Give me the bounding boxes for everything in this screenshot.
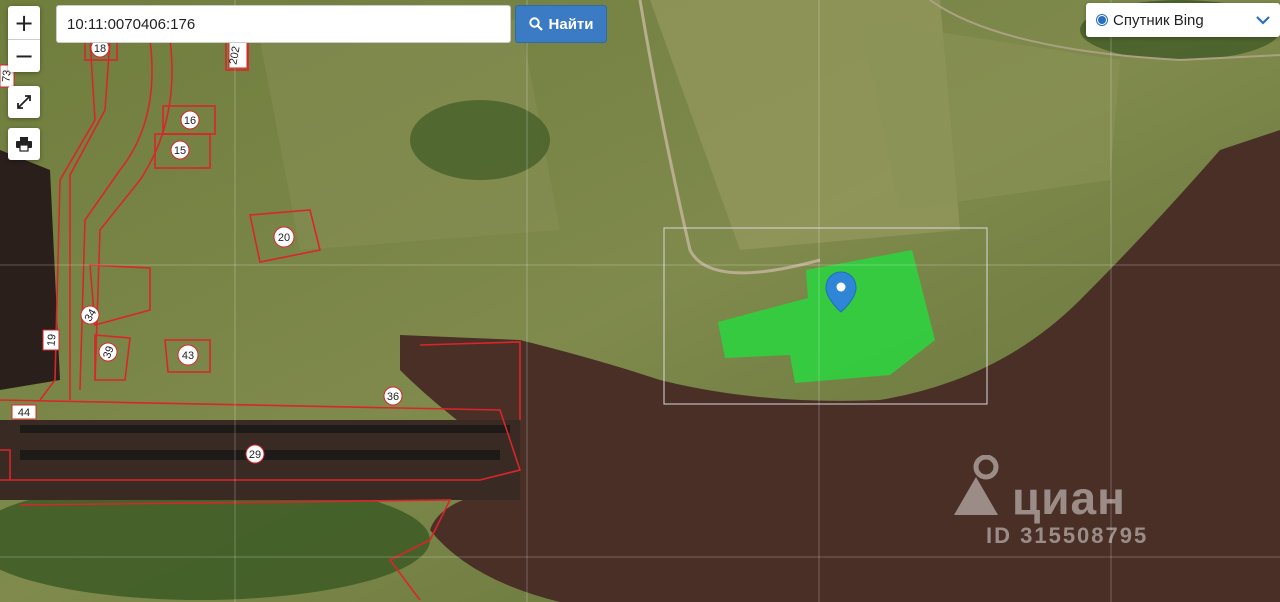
print-button[interactable] <box>8 128 40 160</box>
parcel-label-34: 34 <box>80 305 100 325</box>
svg-text:19: 19 <box>45 333 58 346</box>
zoom-out-button[interactable]: − <box>8 39 40 72</box>
parcel-label-29: 29 <box>245 444 265 464</box>
basemap-layer-select[interactable]: Спутник Bing <box>1086 3 1280 37</box>
svg-text:44: 44 <box>18 407 30 419</box>
svg-text:29: 29 <box>249 449 261 461</box>
satellite-imagery: 18 202 73 16 15 20 34 39 43 19 44 36 29 <box>0 0 1280 602</box>
parcel-label-43: 43 <box>177 344 199 366</box>
svg-text:18: 18 <box>94 43 106 55</box>
chevron-down-icon <box>1256 16 1270 25</box>
search-button-label: Найти <box>548 15 594 33</box>
zoom-control: + − <box>8 6 40 72</box>
cadastral-search-input[interactable] <box>56 5 511 43</box>
svg-text:20: 20 <box>278 232 290 244</box>
parcel-label-16: 16 <box>180 110 200 130</box>
parcel-label-202: 202 <box>228 41 248 69</box>
expand-icon <box>17 95 31 109</box>
zoom-in-button[interactable]: + <box>8 6 40 39</box>
parcel-label-44: 44 <box>11 404 37 420</box>
fullscreen-button[interactable] <box>8 86 40 118</box>
parcel-label-15: 15 <box>170 140 190 160</box>
parcel-label-20: 20 <box>273 226 295 248</box>
svg-text:15: 15 <box>174 145 186 157</box>
printer-icon <box>16 137 32 152</box>
parcel-label-36: 36 <box>383 386 403 406</box>
map-view[interactable]: 18 202 73 16 15 20 34 39 43 19 44 36 29 … <box>0 0 1280 602</box>
svg-text:16: 16 <box>184 115 196 127</box>
parcel-label-19: 19 <box>42 329 60 351</box>
radio-selected-icon <box>1096 14 1108 26</box>
parcel-label-39: 39 <box>98 342 118 362</box>
search-icon <box>528 17 543 31</box>
svg-text:43: 43 <box>182 350 194 362</box>
search-button[interactable]: Найти <box>515 5 607 43</box>
basemap-layer-label: Спутник Bing <box>1113 11 1204 29</box>
svg-text:36: 36 <box>387 391 399 403</box>
